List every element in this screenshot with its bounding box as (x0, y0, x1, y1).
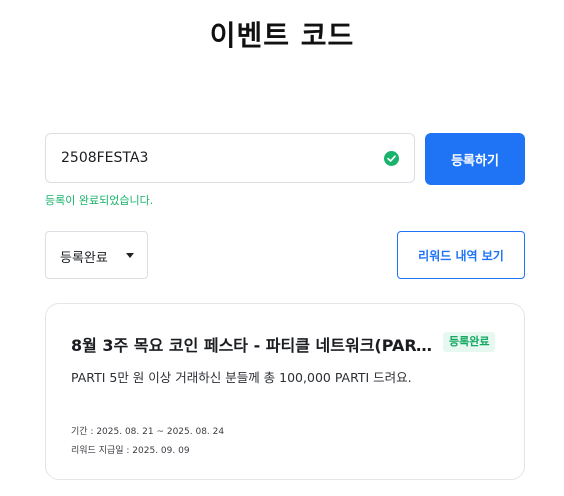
status-filter-value: 등록완료 (60, 251, 108, 266)
event-code-field[interactable] (45, 133, 415, 183)
event-period-label: 기간 : (71, 427, 97, 437)
event-card[interactable]: 8월 3주 목요 코인 페스타 - 파티클 네트워크(PARTI) 거래 이벤트… (45, 303, 525, 480)
event-description: PARTI 5만 원 이상 거래하신 분들께 총 100,000 PARTI 드… (71, 370, 412, 385)
event-period: 기간 : 2025. 08. 21 ~ 2025. 08. 24 (71, 424, 224, 437)
page-title: 이벤트 코드 (209, 19, 355, 52)
event-period-value: 2025. 08. 21 ~ 2025. 08. 24 (96, 427, 225, 437)
register-button[interactable]: 등록하기 (425, 133, 525, 185)
check-circle-icon (384, 151, 399, 166)
status-filter-dropdown[interactable]: 등록완료 (45, 231, 148, 279)
reward-history-button[interactable]: 리워드 내역 보기 (397, 231, 525, 279)
event-reward-date: 리워드 지급일 : 2025. 09. 09 (71, 443, 190, 456)
status-message: 등록이 완료되었습니다. (45, 194, 154, 207)
chevron-down-icon (126, 253, 134, 258)
event-title: 8월 3주 목요 코인 페스타 - 파티클 네트워크(PARTI) 거래 이벤트 (71, 336, 436, 355)
status-badge: 등록완료 (443, 332, 496, 352)
event-code-input[interactable] (46, 134, 376, 182)
event-reward-date-value: 2025. 09. 09 (132, 446, 190, 456)
event-reward-date-label: 리워드 지급일 : (71, 446, 133, 456)
